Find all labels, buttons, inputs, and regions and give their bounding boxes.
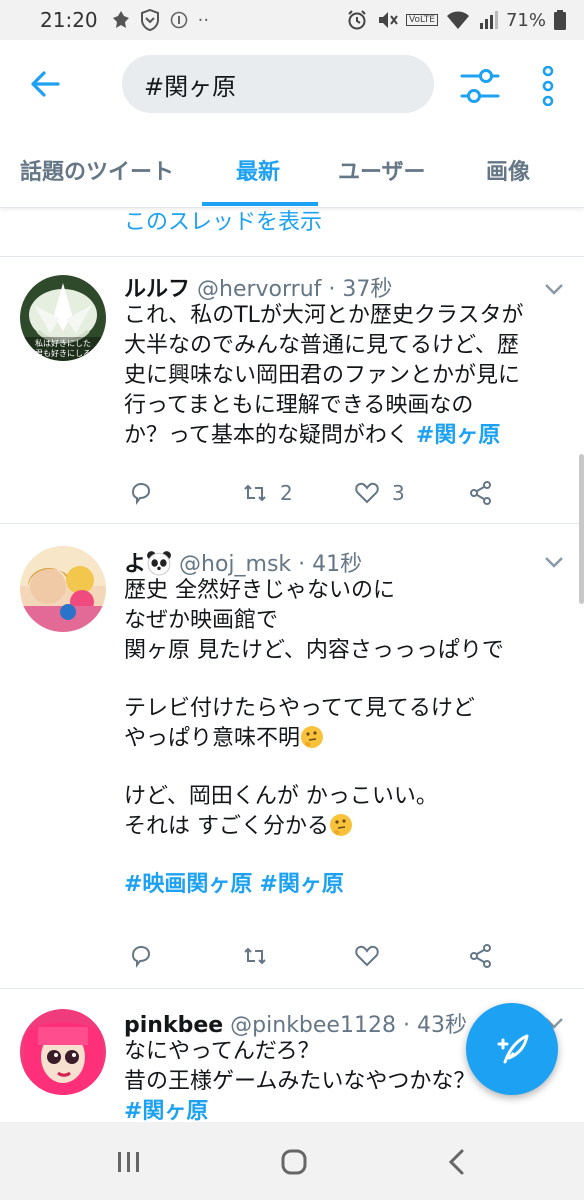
- tweet-header: pinkbee @pinkbee1128 · 43秒: [124, 1013, 467, 1038]
- shield-icon: [140, 9, 159, 31]
- tweet-item[interactable]: よ @hoj_msk · 41秒 歴史 全然好きじゃないのに なぜか映画館で 関…: [0, 524, 584, 988]
- info-icon: [170, 11, 187, 29]
- svg-text:君も好きにしろ: 君も好きにしろ: [35, 348, 91, 358]
- share-icon: [470, 944, 491, 968]
- user-handle: @hervorruf: [197, 277, 322, 302]
- hashtag-link[interactable]: #映画関ヶ原: [124, 872, 252, 897]
- reply-icon: [131, 945, 151, 968]
- tweet-header: ルルフ @hervorruf · 37秒: [124, 277, 393, 302]
- search-query-text: #関ヶ原: [144, 72, 237, 101]
- display-name[interactable]: よ: [124, 552, 146, 577]
- show-thread-link[interactable]: このスレッドを表示: [124, 204, 322, 236]
- tweet-item[interactable]: 私は好きにした 君も好きにしろ ルルフ @hervorruf · 37秒 これ、…: [0, 257, 584, 523]
- back-nav-icon[interactable]: [446, 1148, 466, 1176]
- wifi-icon: [446, 11, 469, 29]
- avatar[interactable]: [20, 546, 106, 632]
- status-time: 21:20: [40, 8, 98, 32]
- home-icon[interactable]: [280, 1148, 308, 1176]
- tab-latest[interactable]: 最新: [236, 154, 280, 186]
- avatar-lotus-image: 私は好きにした 君も好きにしろ: [20, 275, 106, 361]
- back-arrow-icon[interactable]: [28, 66, 64, 102]
- scrollbar[interactable]: [579, 454, 584, 604]
- heart-icon: [355, 482, 379, 504]
- display-name[interactable]: pinkbee: [124, 1013, 223, 1038]
- tweet-actions: 2 3: [124, 475, 544, 511]
- user-handle: @pinkbee1128: [230, 1013, 396, 1038]
- retweet-icon: [244, 484, 266, 502]
- share-button[interactable]: [468, 475, 494, 511]
- svg-text:私は好きにした: 私は好きにした: [35, 338, 91, 348]
- display-name[interactable]: ルルフ: [124, 277, 190, 302]
- retweet-button[interactable]: 2: [242, 475, 293, 511]
- like-button[interactable]: [354, 938, 380, 974]
- search-tabs: 話題のツイート 最新 ユーザー 画像: [0, 128, 584, 208]
- retweet-count: 2: [280, 481, 293, 505]
- thinking-face-emoji-icon: [301, 726, 324, 748]
- reply-button[interactable]: [128, 938, 154, 974]
- tweet-text: これ、私のTLが大河とか歴史クラスタが 大半なのでみんな普通に見てるけど、歴 史…: [124, 303, 524, 448]
- tweet-header: よ @hoj_msk · 41秒: [124, 551, 363, 577]
- reply-button[interactable]: [128, 475, 154, 511]
- tab-top-tweets[interactable]: 話題のツイート: [20, 154, 174, 186]
- like-count: 3: [392, 481, 405, 505]
- search-input[interactable]: #関ヶ原: [122, 55, 434, 113]
- hashtag-link[interactable]: #関ヶ原: [416, 423, 500, 448]
- share-button[interactable]: [468, 938, 494, 974]
- heart-icon: [355, 945, 379, 967]
- volte-badge: VoLTE: [406, 14, 438, 26]
- compose-feather-icon: [497, 1034, 529, 1064]
- user-handle: @hoj_msk: [179, 552, 292, 577]
- alarm-icon: [348, 10, 366, 30]
- status-bar: 21:20 ·· VoLTE 71%: [0, 0, 584, 40]
- more-notifications-icon: ··: [197, 9, 210, 31]
- share-icon: [470, 481, 491, 505]
- recent-apps-icon[interactable]: [116, 1150, 142, 1174]
- retweet-button[interactable]: [242, 938, 268, 974]
- signal-icon: [479, 11, 498, 29]
- notification-icon: [112, 11, 129, 28]
- battery-icon: [554, 10, 566, 30]
- retweet-icon: [244, 947, 266, 965]
- reply-icon: [131, 482, 151, 505]
- compose-tweet-button[interactable]: [466, 1003, 558, 1095]
- tweet-actions: [124, 938, 544, 974]
- search-filter-icon[interactable]: [460, 66, 500, 106]
- chevron-down-icon[interactable]: [542, 552, 566, 572]
- panda-emoji-icon: [147, 551, 171, 576]
- tweet-time: 37秒: [342, 277, 393, 302]
- tweet-time: 43秒: [416, 1013, 467, 1038]
- avatar[interactable]: [20, 1009, 106, 1095]
- battery-percent: 71%: [505, 9, 546, 31]
- like-button[interactable]: 3: [354, 475, 405, 511]
- hashtag-link[interactable]: #関ヶ原: [124, 1099, 208, 1122]
- more-options-icon[interactable]: [538, 66, 558, 106]
- thinking-face-emoji-icon: [330, 814, 352, 836]
- tab-users[interactable]: ユーザー: [338, 154, 426, 186]
- avatar-doll-image: [20, 1009, 106, 1095]
- avatar-photo: [20, 546, 106, 632]
- search-header: #関ヶ原: [0, 40, 584, 128]
- chevron-down-icon[interactable]: [542, 279, 566, 299]
- avatar[interactable]: 私は好きにした 君も好きにしろ: [20, 275, 106, 361]
- tab-images[interactable]: 画像: [486, 154, 530, 186]
- tweet-text: 歴史 全然好きじゃないのに なぜか映画館で 関ヶ原 見たけど、内容さっっっぱりで…: [124, 578, 504, 897]
- tweet-time: 41秒: [312, 552, 363, 577]
- mute-icon: [379, 12, 398, 28]
- system-navigation-bar: [0, 1122, 584, 1200]
- hashtag-link[interactable]: #関ヶ原: [259, 872, 343, 897]
